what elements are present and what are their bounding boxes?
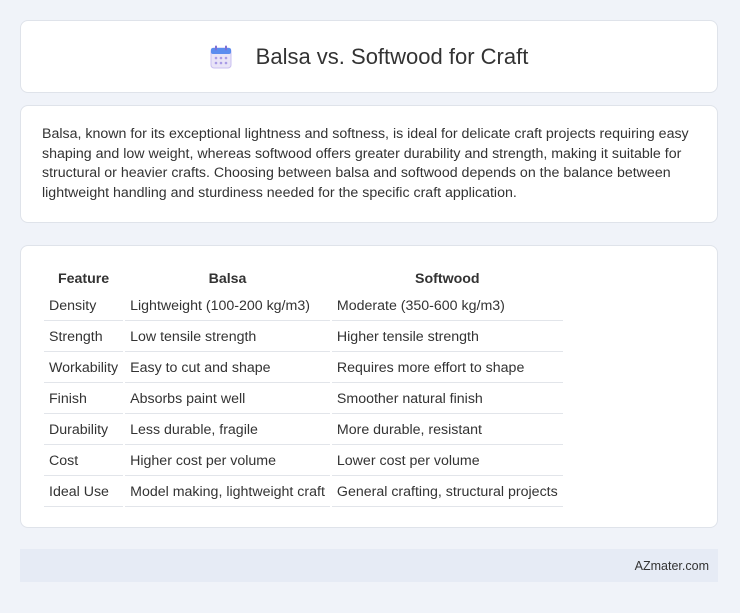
description-card: Balsa, known for its exceptional lightne…: [20, 105, 718, 223]
table-row: Cost Higher cost per volume Lower cost p…: [44, 447, 563, 476]
row-feature: Durability: [44, 416, 124, 445]
row-feature: Ideal Use: [44, 478, 124, 507]
footer-brand[interactable]: AZmater.com: [635, 559, 709, 573]
page-title: Balsa vs. Softwood for Craft: [255, 43, 529, 69]
row-balsa: Model making, lightweight craft: [125, 478, 330, 507]
row-softwood: Moderate (350-600 kg/m3): [331, 292, 563, 321]
row-softwood: More durable, resistant: [331, 416, 563, 445]
row-softwood: Lower cost per volume: [331, 447, 563, 476]
row-softwood: General crafting, structural projects: [331, 478, 563, 507]
table-row: Ideal Use Model making, lightweight craf…: [44, 478, 563, 507]
row-softwood: Higher tensile strength: [331, 323, 563, 352]
row-balsa: Absorbs paint well: [125, 385, 330, 414]
row-softwood: Requires more effort to shape: [331, 354, 563, 383]
row-feature: Strength: [44, 323, 124, 352]
row-balsa: Less durable, fragile: [125, 416, 330, 445]
row-feature: Density: [44, 292, 124, 321]
row-feature: Workability: [44, 354, 124, 383]
row-balsa: Easy to cut and shape: [125, 354, 330, 383]
comparison-table-card: Feature Balsa Softwood Density Lightweig…: [20, 245, 718, 528]
table-row: Finish Absorbs paint well Smoother natur…: [44, 385, 563, 414]
title-card: Balsa vs. Softwood for Craft: [20, 20, 718, 93]
table-row: Workability Easy to cut and shape Requir…: [44, 354, 563, 383]
row-balsa: Higher cost per volume: [125, 447, 330, 476]
row-balsa: Low tensile strength: [125, 323, 330, 352]
comparison-table: Feature Balsa Softwood Density Lightweig…: [42, 265, 565, 509]
table-header-row: Feature Balsa Softwood: [44, 267, 563, 290]
header-feature: Feature: [57, 271, 110, 287]
row-feature: Cost: [44, 447, 124, 476]
description-text: Balsa, known for its exceptional lightne…: [42, 126, 689, 201]
table-row: Durability Less durable, fragile More du…: [44, 416, 563, 445]
row-softwood: Smoother natural finish: [331, 385, 563, 414]
header-softwood: Softwood: [414, 271, 480, 287]
calendar-icon: [210, 45, 232, 68]
row-feature: Finish: [44, 385, 124, 414]
row-balsa: Lightweight (100-200 kg/m3): [125, 292, 330, 321]
table-row: Density Lightweight (100-200 kg/m3) Mode…: [44, 292, 563, 321]
table-row: Strength Low tensile strength Higher ten…: [44, 323, 563, 352]
footer: AZmater.com: [20, 549, 718, 582]
header-balsa: Balsa: [208, 271, 247, 287]
